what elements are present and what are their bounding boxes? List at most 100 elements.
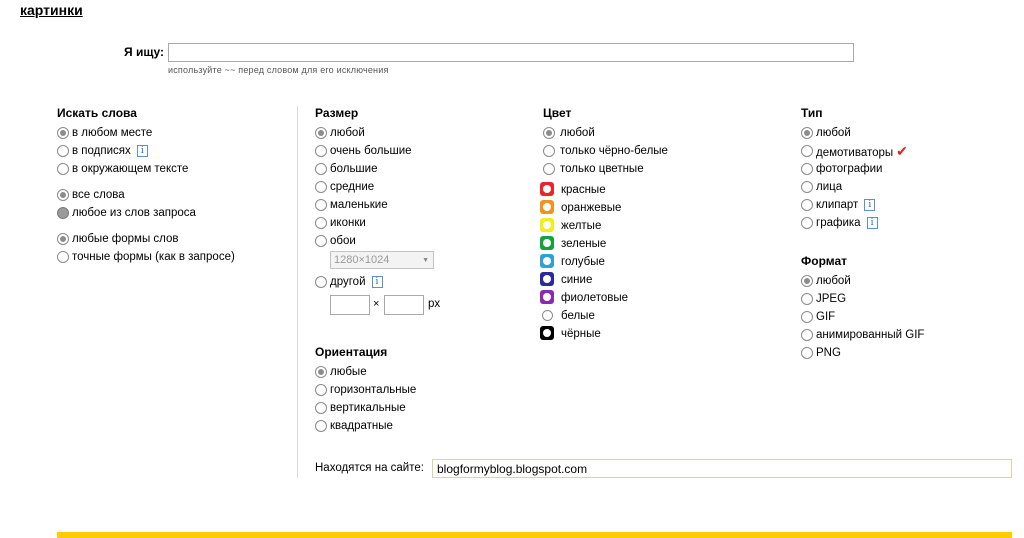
radio-icon[interactable] <box>801 145 813 157</box>
width-input[interactable] <box>330 295 370 315</box>
swatch-radio-dot <box>543 275 551 283</box>
swatch-radio-dot <box>543 203 551 211</box>
radio-icon[interactable] <box>543 145 555 157</box>
option-label: PNG <box>816 347 841 359</box>
radio-icon[interactable] <box>801 127 813 139</box>
swatch-radio-dot <box>542 310 553 321</box>
accent-bar <box>57 532 1012 538</box>
radio-icon[interactable] <box>57 163 69 175</box>
swatch-radio-dot <box>543 329 551 337</box>
radio-icon[interactable] <box>801 329 813 341</box>
color-swatch-icon[interactable] <box>540 272 554 286</box>
words-heading: Искать слова <box>57 106 137 120</box>
option-label: в подписях <box>72 145 131 157</box>
option-label: анимированный GIF <box>816 329 925 341</box>
info-icon[interactable]: i <box>371 276 383 288</box>
radio-icon[interactable] <box>801 217 813 229</box>
search-hint: используйте ~~ перед словом для его искл… <box>168 65 389 75</box>
radio-icon[interactable] <box>801 293 813 305</box>
color-heading: Цвет <box>543 106 572 120</box>
option-label: белые <box>561 310 595 322</box>
radio-icon[interactable] <box>57 127 69 139</box>
color-swatch-icon[interactable] <box>540 218 554 232</box>
info-icon[interactable]: i <box>866 217 878 229</box>
px-unit: px <box>428 298 441 310</box>
option-label: квадратные <box>330 420 393 432</box>
radio-icon[interactable] <box>315 145 327 157</box>
radio-icon[interactable] <box>57 251 69 263</box>
height-input[interactable] <box>384 295 424 315</box>
option-label: любой <box>816 275 851 287</box>
option-label: другой <box>330 276 366 288</box>
option-label: фотографии <box>816 163 883 175</box>
radio-icon[interactable] <box>315 366 327 378</box>
radio-icon[interactable] <box>801 311 813 323</box>
radio-icon[interactable] <box>801 181 813 193</box>
checkmark-icon: ✔ <box>896 143 908 159</box>
radio-icon[interactable] <box>315 181 327 193</box>
option-label: вертикальные <box>330 402 406 414</box>
site-input[interactable]: blogformyblog.blogspot.com <box>432 459 1012 478</box>
radio-icon[interactable] <box>57 233 69 245</box>
option-label: средние <box>330 181 375 193</box>
radio-icon[interactable] <box>57 207 69 219</box>
radio-icon[interactable] <box>801 347 813 359</box>
option-label: GIF <box>816 311 836 323</box>
swatch-radio-dot <box>543 221 551 229</box>
radio-icon[interactable] <box>315 163 327 175</box>
color-swatch-icon[interactable] <box>540 290 554 304</box>
option-label: любое из слов запроса <box>72 207 196 219</box>
color-swatch-icon[interactable] <box>540 200 554 214</box>
option-label: желтые <box>561 220 602 232</box>
radio-icon[interactable] <box>57 145 69 157</box>
color-swatch-icon[interactable] <box>540 326 554 340</box>
radio-icon[interactable] <box>315 217 327 229</box>
radio-icon[interactable] <box>315 127 327 139</box>
format-heading: Формат <box>801 254 848 268</box>
swatch-radio-dot <box>543 257 551 265</box>
radio-icon[interactable] <box>57 189 69 201</box>
color-swatch-icon[interactable] <box>540 254 554 268</box>
orientation-heading: Ориентация <box>315 345 388 359</box>
option-label: любой <box>330 127 365 139</box>
option-label: любые <box>330 366 367 378</box>
color-swatch-icon[interactable] <box>540 236 554 250</box>
option-label: лица <box>816 181 843 193</box>
option-label: красные <box>561 184 606 196</box>
swatch-radio-dot <box>543 185 551 193</box>
option-label: все слова <box>72 189 125 201</box>
color-swatch-icon[interactable] <box>540 182 554 196</box>
type-heading: Тип <box>801 106 823 120</box>
radio-icon[interactable] <box>801 199 813 211</box>
radio-icon[interactable] <box>543 163 555 175</box>
size-heading: Размер <box>315 106 359 120</box>
radio-icon[interactable] <box>315 384 327 396</box>
wallpaper-size-select[interactable]: 1280×1024 ▼ <box>330 251 434 269</box>
site-label: Находятся на сайте: <box>315 462 424 474</box>
radio-icon[interactable] <box>315 420 327 432</box>
option-label: очень большие <box>330 145 412 157</box>
images-title-link[interactable]: картинки <box>20 2 83 18</box>
option-label: в любом месте <box>72 127 153 139</box>
radio-icon[interactable] <box>315 235 327 247</box>
option-label: чёрные <box>561 328 601 340</box>
search-label: Я ищу: <box>124 45 164 59</box>
radio-icon[interactable] <box>801 163 813 175</box>
radio-icon[interactable] <box>315 402 327 414</box>
option-label: любой <box>816 127 851 139</box>
column-divider <box>297 106 298 478</box>
info-icon[interactable]: i <box>864 199 876 211</box>
color-swatch-icon[interactable] <box>540 308 554 322</box>
option-label: иконки <box>330 217 366 229</box>
radio-icon[interactable] <box>315 199 327 211</box>
option-label: JPEG <box>816 293 847 305</box>
option-label: большие <box>330 163 378 175</box>
radio-icon[interactable] <box>801 275 813 287</box>
option-label: только цветные <box>560 163 644 175</box>
swatch-radio-dot <box>543 293 551 301</box>
info-icon[interactable]: i <box>136 145 148 157</box>
radio-icon[interactable] <box>315 276 327 288</box>
radio-icon[interactable] <box>543 127 555 139</box>
search-input[interactable] <box>168 43 854 62</box>
option-label: любые формы слов <box>72 233 179 245</box>
